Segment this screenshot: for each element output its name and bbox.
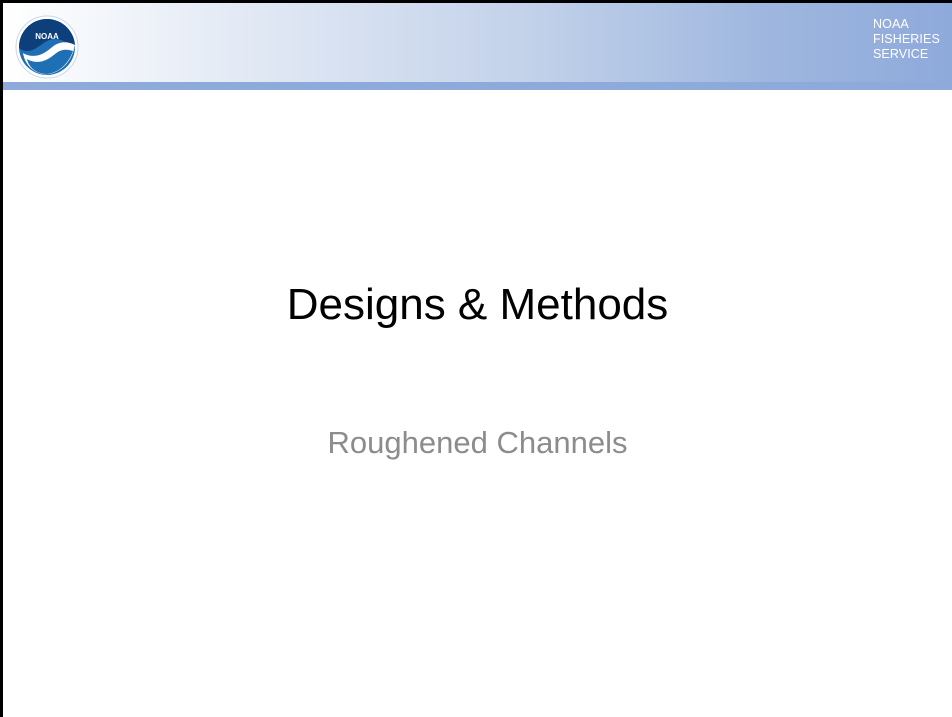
logo-text: NOAA (35, 32, 59, 41)
slide-title: Designs & Methods (286, 280, 669, 329)
agency-line-2: FISHERIES (873, 32, 940, 46)
header-band (3, 3, 952, 82)
agency-line-3: SERVICE (873, 47, 929, 61)
noaa-logo-icon: NOAA (15, 15, 79, 79)
agency-name: NOAA FISHERIES SERVICE (873, 17, 952, 62)
slide-subtitle: Roughened Channels (327, 425, 628, 460)
agency-line-1: NOAA (873, 17, 909, 31)
slide: NOAA NOAA FISHERIES SERVICE Designs & Me… (0, 0, 952, 717)
header-rule (3, 82, 952, 90)
